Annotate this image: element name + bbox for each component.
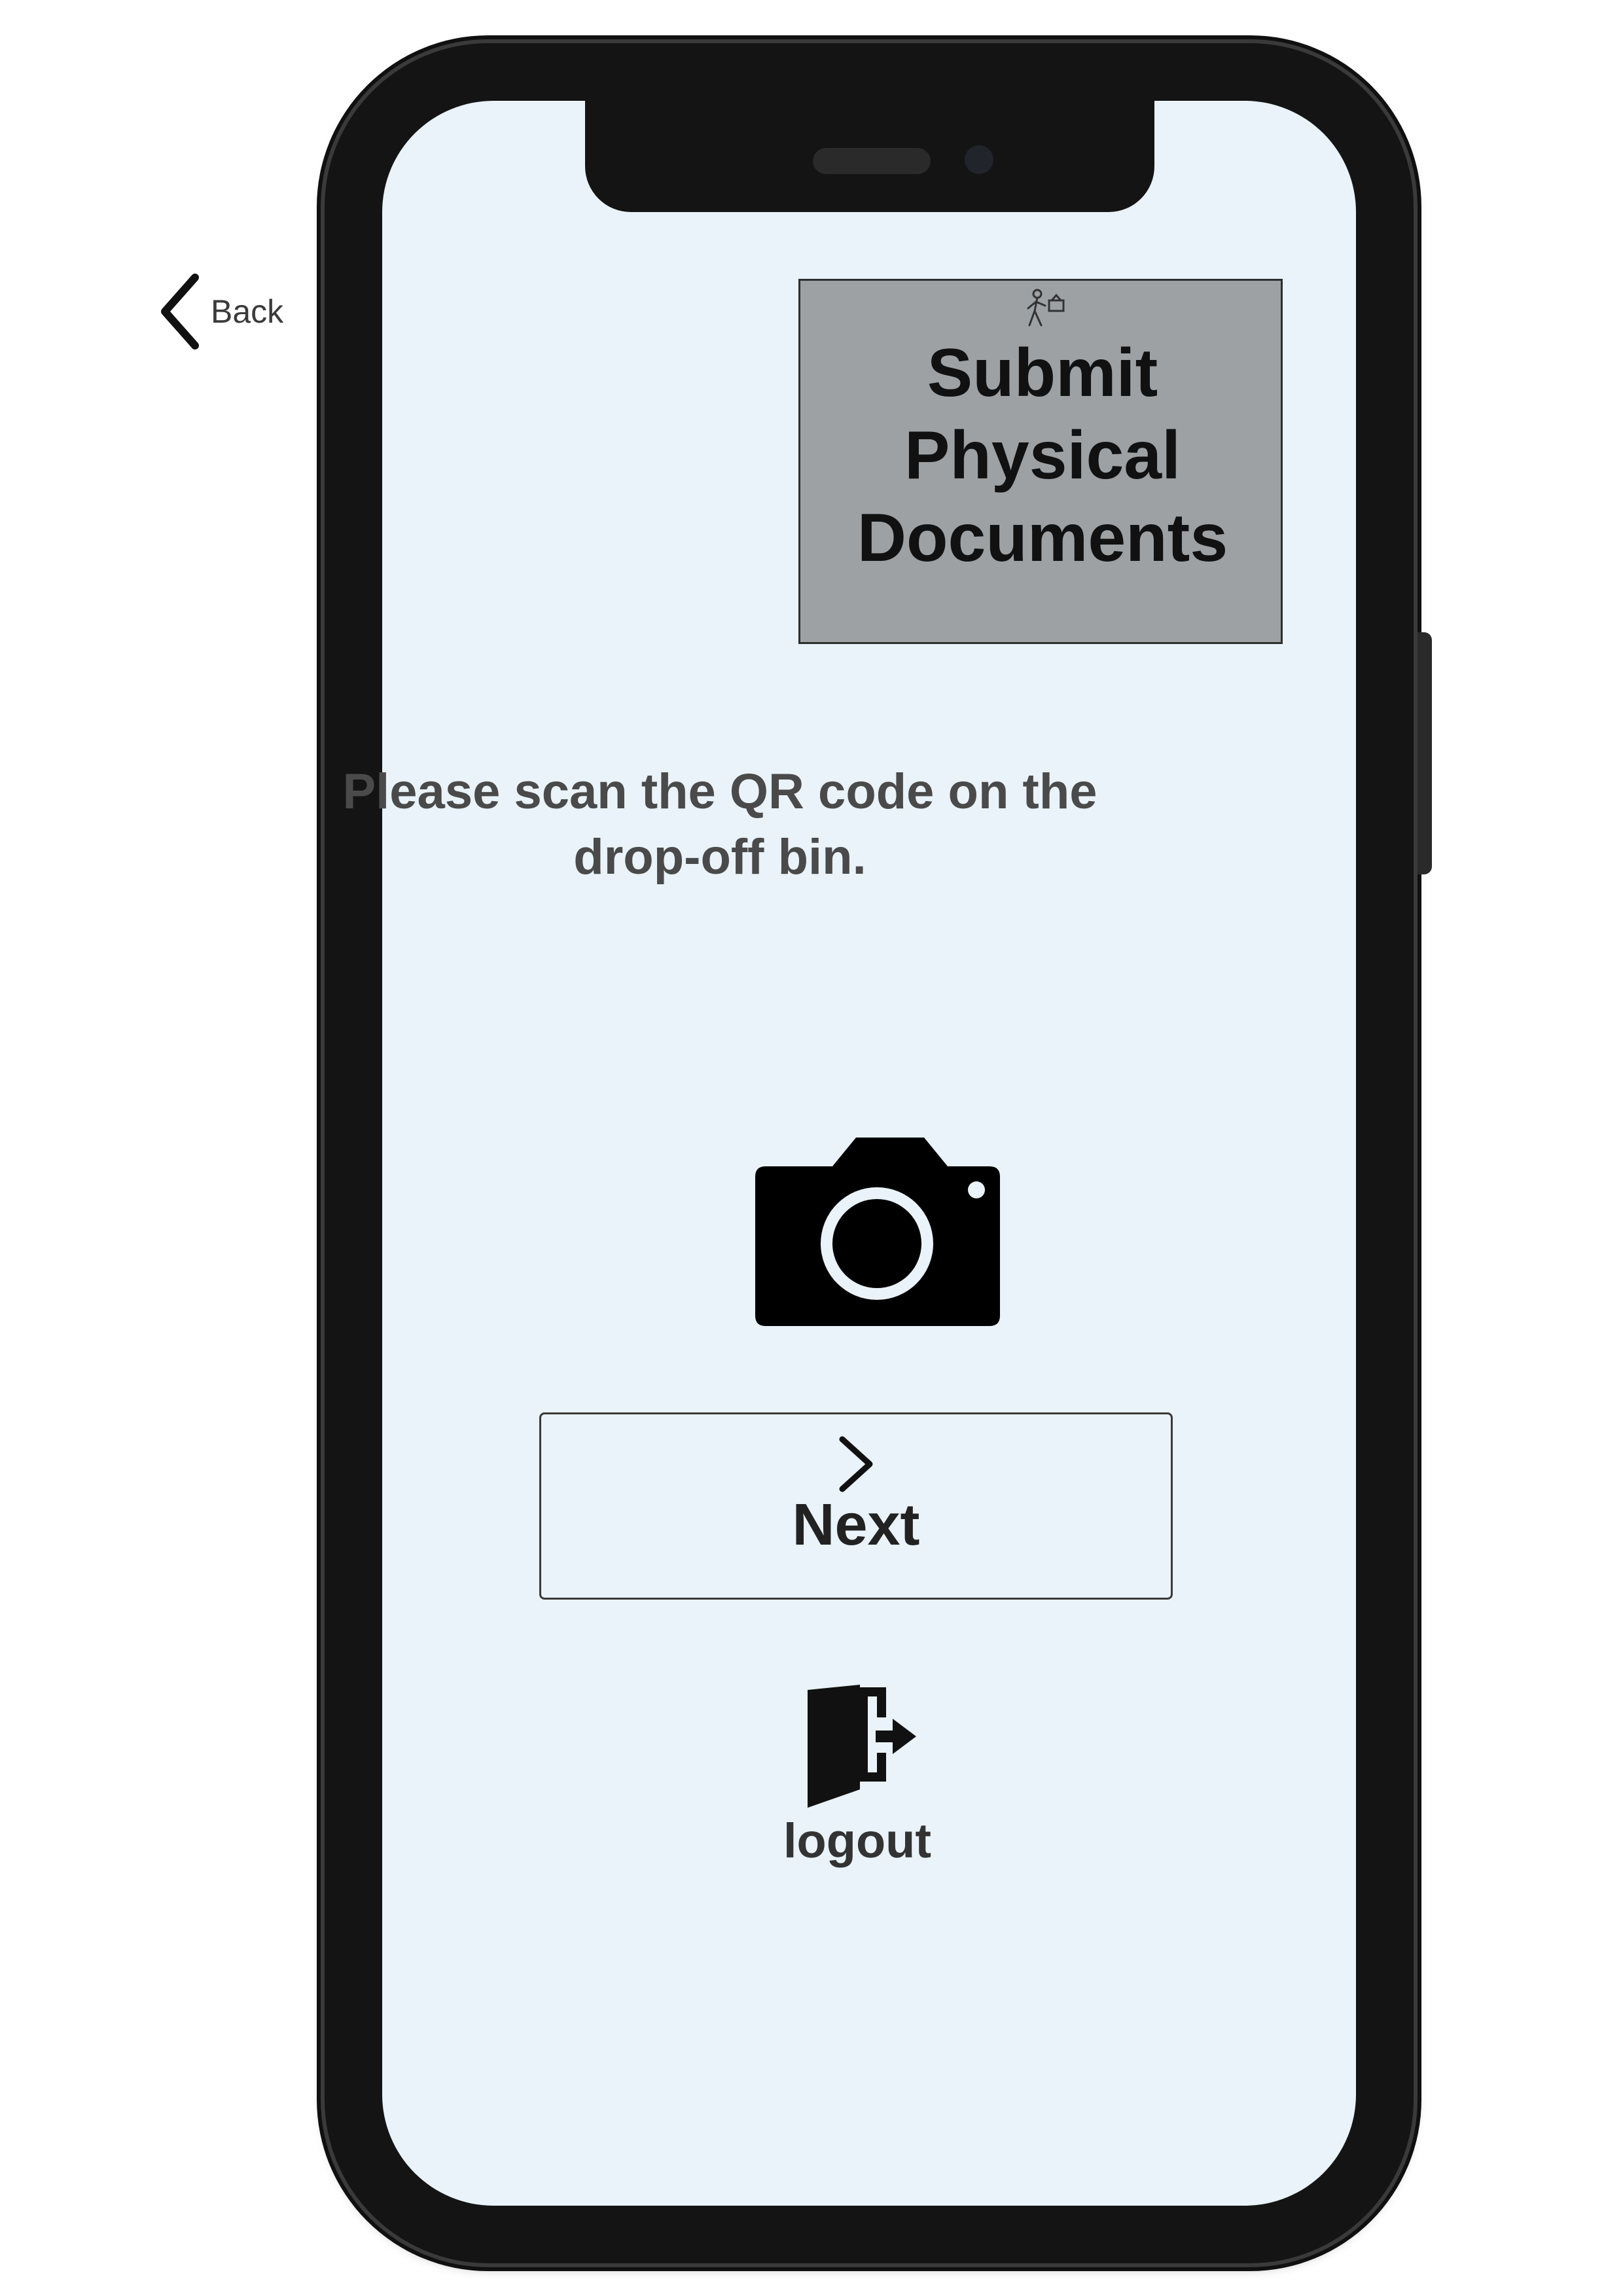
front-camera xyxy=(965,145,993,174)
next-button[interactable]: Next xyxy=(539,1412,1173,1600)
chevron-right-icon xyxy=(839,1436,873,1492)
walking-person-document-icon xyxy=(1027,289,1065,327)
logout-door-icon xyxy=(808,1685,916,1808)
logout-label: logout xyxy=(783,1814,931,1868)
chevron-left-icon xyxy=(161,274,199,350)
next-label: Next xyxy=(792,1492,920,1558)
logout-button[interactable]: logout xyxy=(753,1685,962,1881)
camera-icon[interactable] xyxy=(753,1132,1003,1329)
phone-side-button xyxy=(1418,632,1432,874)
scan-instruction: Please scan the QR code on the drop-off … xyxy=(342,764,1097,885)
speaker-grille xyxy=(813,148,931,174)
back-button[interactable]: Back xyxy=(157,272,283,351)
phone-notch xyxy=(585,101,1154,212)
page-title-panel: Submit Physical Documents xyxy=(798,279,1283,644)
back-label: Back xyxy=(211,293,284,330)
page-title: Submit Physical Documents xyxy=(857,335,1228,576)
